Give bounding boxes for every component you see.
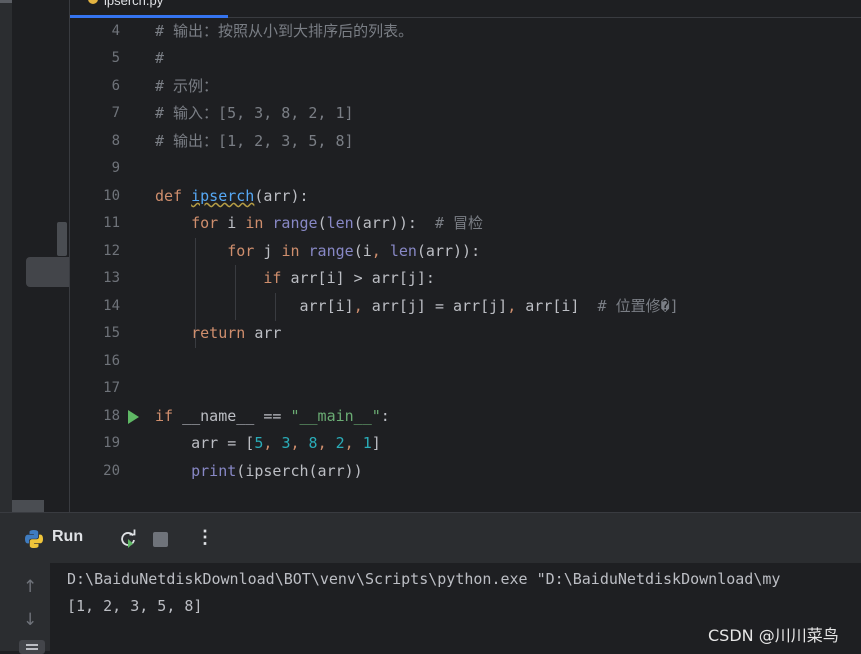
line-number: 18 (103, 408, 120, 424)
sidebar-horizontal-scrollbar[interactable] (12, 500, 44, 512)
code-text: if __name__ == "__main__": (155, 407, 390, 425)
line-number: 8 (111, 133, 120, 149)
code-text: for i in range(len(arr)): # 冒检 (191, 214, 484, 232)
scroll-up-icon[interactable]: ↑ (23, 577, 37, 597)
line-number: 15 (103, 325, 120, 341)
soft-wrap-icon[interactable] (19, 640, 45, 654)
code-text: arr = [5, 3, 8, 2, 1] (155, 434, 381, 452)
line-number: 16 (103, 353, 120, 369)
tab-ipserch-py[interactable]: ipserch.py (70, 0, 228, 18)
code-line: 19 arr = [5, 3, 8, 2, 1] (70, 430, 861, 457)
code-line: 14 arr[i], arr[j] = arr[j], arr[i] # 位置修… (70, 293, 861, 320)
code-text: def ipserch(arr): (155, 187, 309, 205)
editor-panel: ipserch.py 4 # 输出：按照从小到大排序后的列表。 5 # 6 # … (12, 0, 861, 512)
code-text: return arr (191, 324, 282, 342)
code-text: if arr[i] > arr[j]: (263, 269, 435, 287)
line-number: 12 (103, 243, 120, 259)
line-number: 5 (111, 50, 120, 66)
sidebar-selected-item[interactable] (26, 257, 69, 287)
scroll-down-icon[interactable]: ↓ (23, 610, 37, 630)
line-number: 10 (103, 188, 120, 204)
editor-bottom-area (70, 484, 861, 512)
code-text: # 输入：[5, 3, 8, 2, 1] (155, 104, 354, 122)
code-text: # 输出：按照从小到大排序后的列表。 (155, 22, 414, 40)
code-line: 13 if arr[i] > arr[j]: (70, 265, 861, 292)
code-text: arr[i], arr[j] = arr[j], arr[i] # 位置修�] (155, 297, 679, 315)
editor-tab-strip: ipserch.py (70, 0, 861, 18)
console-line: D:\BaiduNetdiskDownload\BOT\venv\Scripts… (67, 570, 781, 588)
code-line: 9 (70, 155, 861, 182)
code-line: 11 for i in range(len(arr)): # 冒检 (70, 210, 861, 237)
code-line: 5 # (70, 45, 861, 72)
line-number: 7 (111, 105, 120, 121)
watermark: CSDN @川川菜鸟 (708, 626, 839, 645)
line-number: 20 (103, 463, 120, 479)
python-file-icon (88, 0, 98, 4)
tab-label: ipserch.py (104, 0, 164, 8)
line-number: 11 (103, 215, 120, 231)
code-editor[interactable]: 4 # 输出：按照从小到大排序后的列表。 5 # 6 # 示例： 7 # 输入：… (70, 18, 861, 484)
line-number: 17 (103, 380, 120, 396)
line-number: 13 (103, 270, 120, 286)
line-number: 9 (111, 160, 120, 176)
left-tool-strip (0, 0, 12, 512)
console-line: [1, 2, 3, 5, 8] (67, 597, 203, 615)
code-text: # (155, 49, 165, 67)
code-line: 12 for j in range(i, len(arr)): (70, 238, 861, 265)
code-line: 10 def ipserch(arr): (70, 183, 861, 210)
sidebar-scrollbar[interactable] (57, 222, 67, 256)
line-number: 4 (111, 23, 120, 39)
line-number: 14 (103, 298, 120, 314)
code-text: print(ipserch(arr)) (191, 462, 363, 480)
strip-marker (0, 0, 12, 3)
code-text: # 输出：[1, 2, 3, 5, 8] (155, 132, 354, 150)
run-side-toolbar: ↑ ↓ (0, 563, 50, 654)
code-line: 15 return arr (70, 320, 861, 347)
code-line: 8 # 输出：[1, 2, 3, 5, 8] (70, 128, 861, 155)
run-gutter-icon[interactable] (128, 410, 139, 424)
line-number: 6 (111, 78, 120, 94)
run-title[interactable]: Run (52, 528, 83, 546)
code-line: 16 (70, 348, 861, 375)
line-number: 19 (103, 435, 120, 451)
code-line: 6 # 示例： (70, 73, 861, 100)
more-options-icon[interactable]: ⋮ (196, 527, 214, 548)
code-line: 18 if __name__ == "__main__": (70, 403, 861, 430)
code-line: 4 # 输出：按照从小到大排序后的列表。 (70, 18, 861, 45)
rerun-icon[interactable] (118, 529, 138, 549)
code-line: 17 (70, 375, 861, 402)
python-icon (25, 530, 43, 548)
code-text: for j in range(i, len(arr)): (227, 242, 481, 260)
code-line: 20 print(ipserch(arr)) (70, 458, 861, 484)
code-text: # 示例： (155, 77, 219, 95)
stop-icon[interactable] (153, 532, 168, 547)
code-line: 7 # 输入：[5, 3, 8, 2, 1] (70, 100, 861, 127)
project-sidebar (12, 0, 69, 512)
run-toolbar: Run ⋮ (0, 512, 861, 563)
